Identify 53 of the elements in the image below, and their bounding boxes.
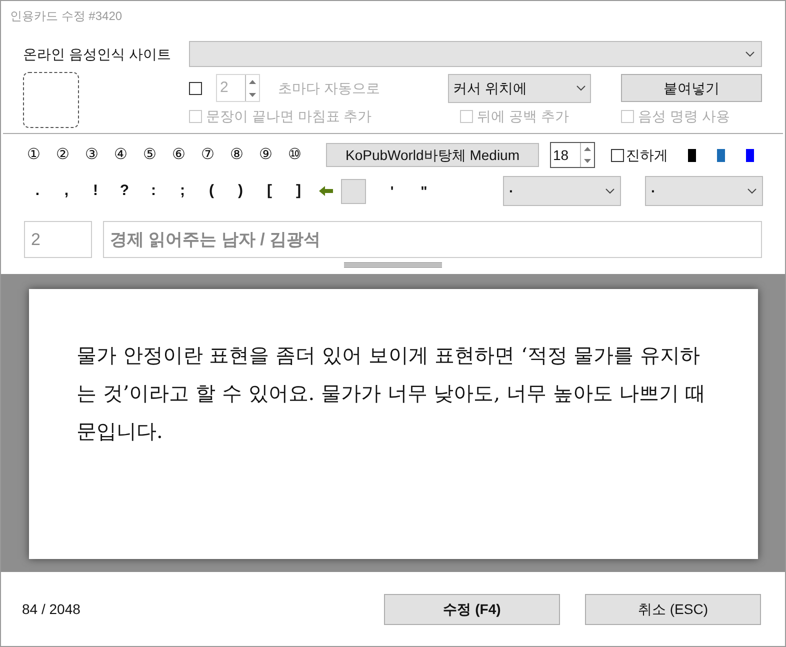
punctuation-button[interactable]: ] <box>288 180 317 202</box>
character-counter: 84 / 2048 <box>22 600 80 618</box>
option-label: 뒤에 공백 추가 <box>477 106 569 126</box>
font-button[interactable]: KoPubWorld바탕체 Medium <box>326 143 539 167</box>
number-symbol-button[interactable]: ③ <box>85 144 114 166</box>
number-symbol-button[interactable]: ⑨ <box>259 144 288 166</box>
source-field[interactable]: 경제 읽어주는 남자 / 김광석 <box>103 221 762 258</box>
bold-label: 진하게 <box>626 146 668 164</box>
punctuation-button[interactable]: [ <box>259 180 288 202</box>
number-symbol-button[interactable]: ⑦ <box>201 144 230 166</box>
color-box[interactable] <box>341 178 366 204</box>
chevron-down-icon <box>576 85 586 91</box>
number-symbol-button[interactable]: ④ <box>114 144 143 166</box>
punctuation-button[interactable]: ! <box>85 180 114 202</box>
quote-select[interactable]: · <box>503 176 621 206</box>
punctuation-button[interactable]: . <box>27 180 56 202</box>
chevron-down-icon <box>605 188 615 194</box>
punctuation-button[interactable]: : <box>143 180 172 202</box>
paste-button[interactable]: 붙여넣기 <box>621 74 762 102</box>
punctuation-button[interactable]: ? <box>114 180 143 202</box>
punctuation-button[interactable]: ( <box>201 180 230 202</box>
arrow-left-icon[interactable] <box>319 186 333 196</box>
color-swatch[interactable] <box>717 148 725 162</box>
number-symbol-button[interactable]: ① <box>27 144 56 166</box>
chevron-down-icon <box>747 188 757 194</box>
site-label: 온라인 음성인식 사이트 <box>23 44 172 64</box>
number-symbol-button[interactable]: ⑤ <box>143 144 172 166</box>
punctuation-button[interactable]: , <box>56 180 85 202</box>
quote-select[interactable]: · <box>645 176 763 206</box>
color-swatch[interactable] <box>688 148 696 162</box>
checkbox[interactable] <box>189 82 202 94</box>
punctuation-button[interactable]: ) <box>230 180 259 202</box>
number-symbol-button[interactable]: ⑩ <box>288 144 317 166</box>
position-select[interactable]: 커서 위치에 <box>448 74 591 102</box>
color-swatch[interactable] <box>746 148 754 162</box>
punctuation-button[interactable]: ; <box>172 180 201 202</box>
number-symbol-button[interactable]: ⑧ <box>230 144 259 166</box>
resize-grip-icon[interactable] <box>344 262 442 268</box>
window-title: 인용카드 수정 #3420 <box>10 8 122 25</box>
chevron-down-icon <box>745 51 755 57</box>
number-symbol-button[interactable]: ② <box>56 144 85 166</box>
save-button[interactable]: 수정 (F4) <box>384 594 560 624</box>
quote-button[interactable]: " <box>418 180 430 202</box>
option-label: 음성 명령 사용 <box>638 106 730 126</box>
card-text: 물가 안정이란 표현을 좀더 있어 보이게 표현하면 ‘적정 물가를 유지하는 것’이라고 할 수 있어요. 물가가 너무 낮아도, 너무 높아도 나쁘기 때문입니다. <box>76 342 707 445</box>
checkbox[interactable] <box>611 148 624 162</box>
interval-label: 초마다 자동으로 <box>278 78 381 98</box>
option-label: 문장이 끝나면 마침표 추가 <box>206 106 372 126</box>
image-drop-area[interactable] <box>23 72 79 128</box>
page-field[interactable]: 2 <box>24 221 92 258</box>
cancel-button[interactable]: 취소 (ESC) <box>585 594 761 624</box>
number-symbol-button[interactable]: ⑥ <box>172 144 201 166</box>
quote-button[interactable]: ' <box>386 180 398 202</box>
